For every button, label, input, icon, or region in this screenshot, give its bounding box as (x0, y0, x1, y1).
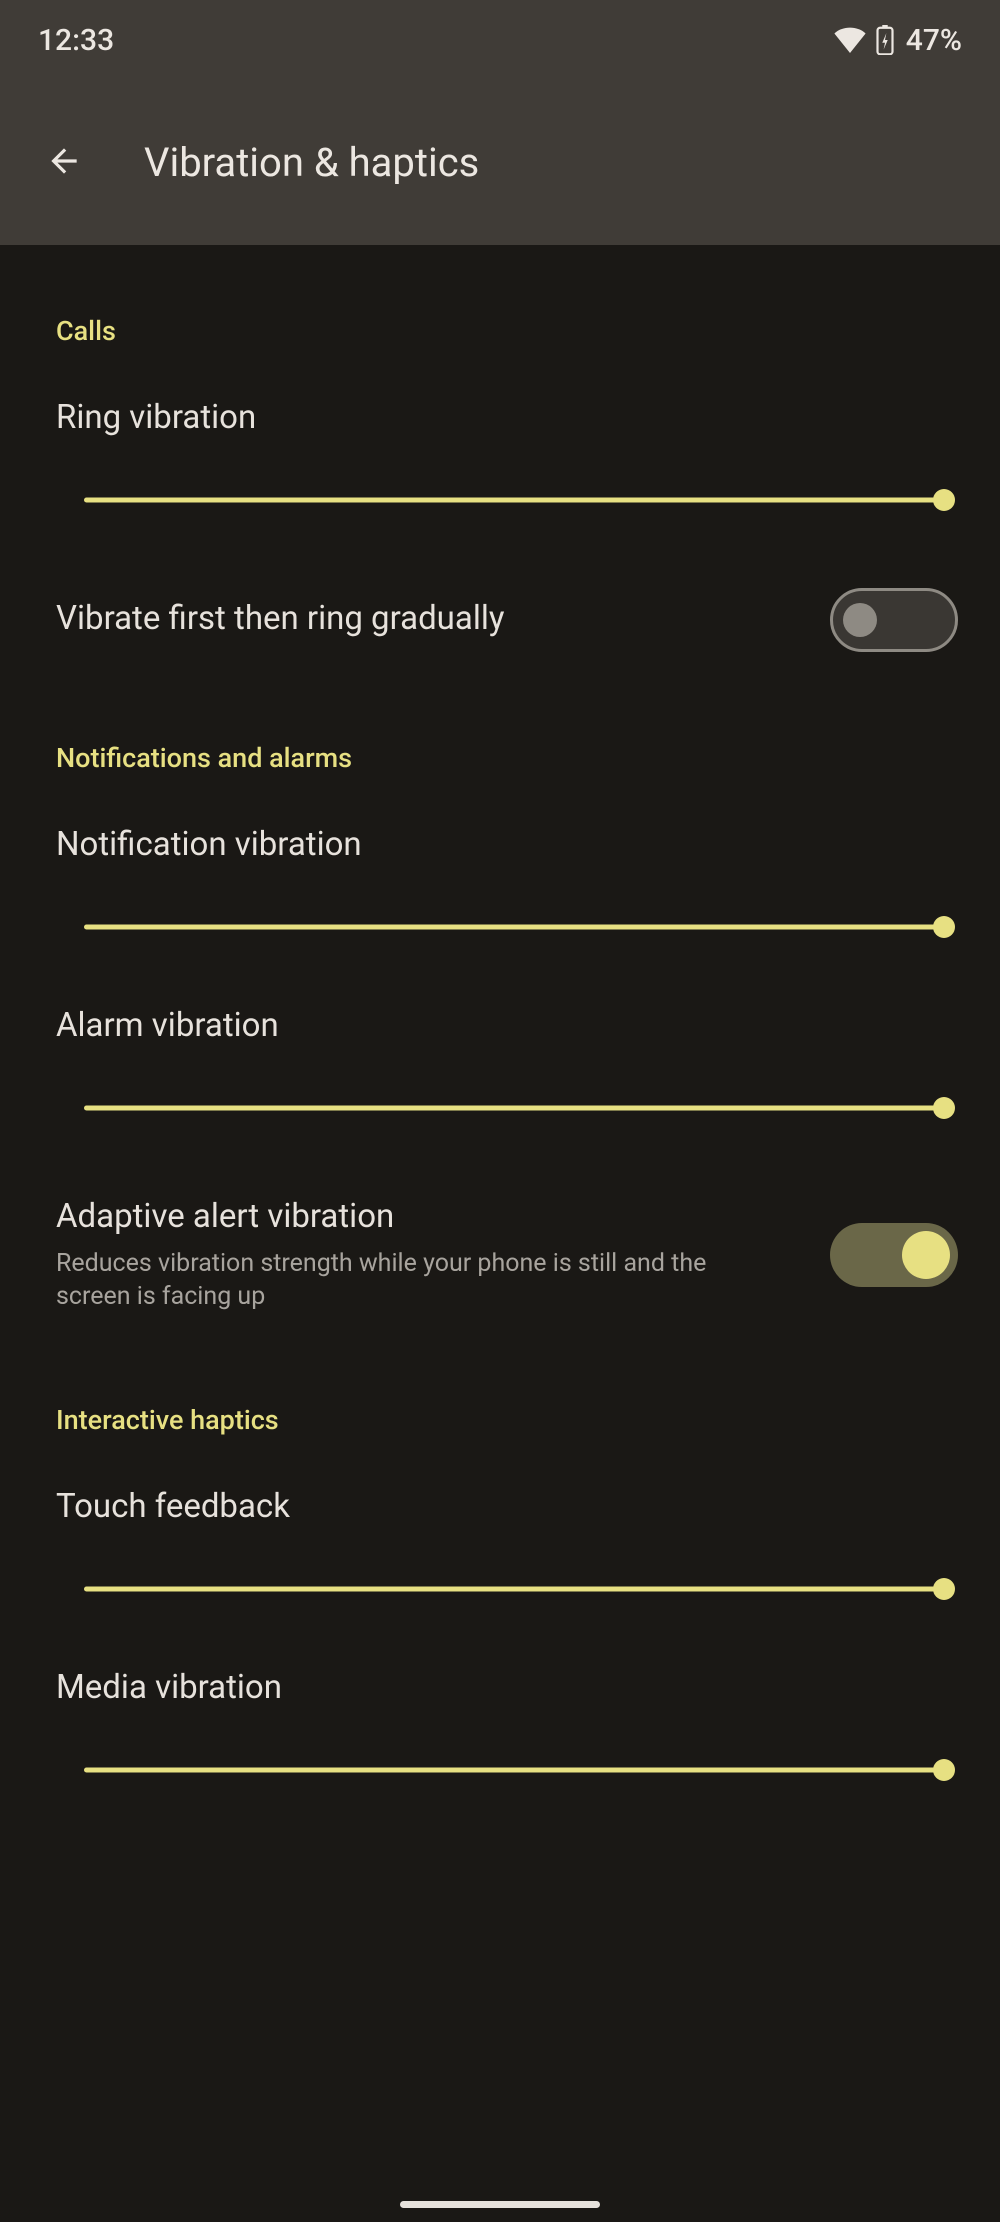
setting-adaptive-alert[interactable]: Adaptive alert vibration Reduces vibrati… (0, 1146, 1000, 1354)
setting-title: Adaptive alert vibration (56, 1196, 800, 1239)
adaptive-alert-toggle[interactable] (830, 1223, 958, 1287)
setting-alarm-vibration[interactable]: Alarm vibration (0, 965, 1000, 1058)
back-button[interactable] (40, 139, 88, 187)
setting-touch-feedback[interactable]: Touch feedback (0, 1446, 1000, 1539)
setting-media-vibration[interactable]: Media vibration (0, 1627, 1000, 1720)
ring-vibration-slider[interactable] (84, 490, 944, 510)
wifi-icon (834, 27, 866, 53)
setting-notification-vibration[interactable]: Notification vibration (0, 784, 1000, 877)
page-title: Vibration & haptics (144, 139, 479, 186)
status-right: 47% (834, 23, 962, 58)
setting-title: Ring vibration (56, 397, 944, 440)
section-header-notifications: Notifications and alarms (0, 692, 1000, 784)
section-header-calls: Calls (0, 265, 1000, 357)
notification-vibration-slider[interactable] (84, 917, 944, 937)
navigation-handle[interactable] (400, 2201, 600, 2208)
battery-percentage: 47% (906, 23, 962, 58)
touch-feedback-slider[interactable] (84, 1579, 944, 1599)
setting-title: Media vibration (56, 1667, 944, 1710)
settings-content: Calls Ring vibration Vibrate first then … (0, 245, 1000, 1808)
vibrate-first-toggle[interactable] (830, 588, 958, 652)
setting-ring-vibration[interactable]: Ring vibration (0, 357, 1000, 450)
setting-vibrate-first[interactable]: Vibrate first then ring gradually (0, 538, 1000, 692)
setting-title: Alarm vibration (56, 1005, 944, 1048)
app-bar: Vibration & haptics (0, 80, 1000, 245)
setting-title: Touch feedback (56, 1486, 944, 1529)
setting-description: Reduces vibration strength while your ph… (56, 1247, 776, 1315)
status-time: 12:33 (38, 23, 114, 58)
media-vibration-slider[interactable] (84, 1760, 944, 1780)
setting-title: Vibrate first then ring gradually (56, 598, 800, 641)
alarm-vibration-slider[interactable] (84, 1098, 944, 1118)
section-header-interactive: Interactive haptics (0, 1354, 1000, 1446)
setting-title: Notification vibration (56, 824, 944, 867)
status-bar: 12:33 47% (0, 0, 1000, 80)
arrow-left-icon (45, 142, 83, 183)
battery-charging-icon (876, 25, 894, 55)
